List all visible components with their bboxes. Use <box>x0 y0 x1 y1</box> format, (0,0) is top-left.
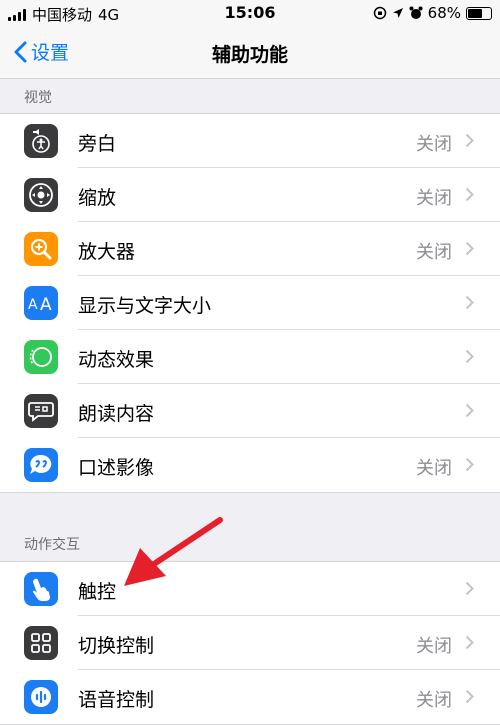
row-label: 切换控制 <box>78 635 155 657</box>
row-label: 放大器 <box>78 241 136 263</box>
svg-text:A: A <box>28 297 38 313</box>
chevron-right-icon <box>465 295 474 310</box>
row-magnifier[interactable]: 放大器 关闭 <box>0 222 500 276</box>
row-value: 关闭 <box>416 188 452 209</box>
row-audio-descriptions[interactable]: 口述影像 关闭 <box>0 438 500 492</box>
chevron-right-icon <box>465 187 474 202</box>
row-switch-control[interactable]: 切换控制 关闭 <box>0 616 500 670</box>
row-voice-control[interactable]: 语音控制 关闭 <box>0 670 500 724</box>
chevron-right-icon <box>465 403 474 418</box>
magnifier-icon <box>24 232 58 266</box>
row-display-text-size[interactable]: AA 显示与文字大小 <box>0 276 500 330</box>
chevron-right-icon <box>465 635 474 650</box>
chevron-right-icon <box>465 457 474 472</box>
chevron-right-icon <box>465 581 474 596</box>
battery-icon <box>466 6 492 20</box>
row-label: 语音控制 <box>78 689 155 711</box>
touch-icon <box>24 572 58 606</box>
section-header-interaction: 动作交互 <box>24 537 80 553</box>
location-icon <box>392 8 403 18</box>
page-title: 辅助功能 <box>211 44 288 66</box>
svg-text:A: A <box>40 295 52 314</box>
chevron-right-icon <box>465 689 474 704</box>
section-vision: 旁白 关闭 缩放 关闭 放大器 关闭 AA 显示与文字大小 动态效果 朗读内容 … <box>0 113 500 493</box>
row-label: 显示与文字大小 <box>78 295 212 317</box>
section-header-vision: 视觉 <box>24 90 52 106</box>
row-label: 口述影像 <box>78 457 155 479</box>
status-right: 68% <box>373 4 492 22</box>
battery-fill <box>468 8 483 18</box>
audio-description-icon <box>24 448 58 482</box>
row-zoom[interactable]: 缩放 关闭 <box>0 168 500 222</box>
row-label: 朗读内容 <box>78 403 155 425</box>
row-label: 缩放 <box>78 187 117 209</box>
row-label: 触控 <box>78 581 117 603</box>
chevron-right-icon <box>465 133 474 148</box>
text-size-icon: AA <box>24 286 58 320</box>
chevron-right-icon <box>465 349 474 364</box>
section-interaction: 触控 切换控制 关闭 语音控制 关闭 <box>0 561 500 725</box>
navigation-bar: 设置 辅助功能 <box>0 28 500 79</box>
alarm-icon <box>409 6 423 19</box>
orientation-lock-icon <box>373 6 386 20</box>
row-value: 关闭 <box>416 134 452 155</box>
row-label: 动态效果 <box>78 349 155 371</box>
voiceover-icon <box>24 124 58 158</box>
row-label: 旁白 <box>78 133 117 155</box>
zoom-icon <box>24 178 58 212</box>
status-bar: 中国移动 4G 15:06 68% <box>0 0 500 28</box>
row-touch[interactable]: 触控 <box>0 562 500 616</box>
chevron-right-icon <box>465 241 474 256</box>
switch-control-icon <box>24 626 58 660</box>
row-value: 关闭 <box>416 458 452 479</box>
row-value: 关闭 <box>416 690 452 711</box>
battery-percent: 68% <box>427 4 461 22</box>
row-motion[interactable]: 动态效果 <box>0 330 500 384</box>
row-spoken-content[interactable]: 朗读内容 <box>0 384 500 438</box>
spoken-content-icon <box>24 394 58 428</box>
row-value: 关闭 <box>416 242 452 263</box>
voice-control-icon <box>24 680 58 714</box>
motion-icon <box>24 340 58 374</box>
row-value: 关闭 <box>416 636 452 657</box>
row-voiceover[interactable]: 旁白 关闭 <box>0 114 500 168</box>
